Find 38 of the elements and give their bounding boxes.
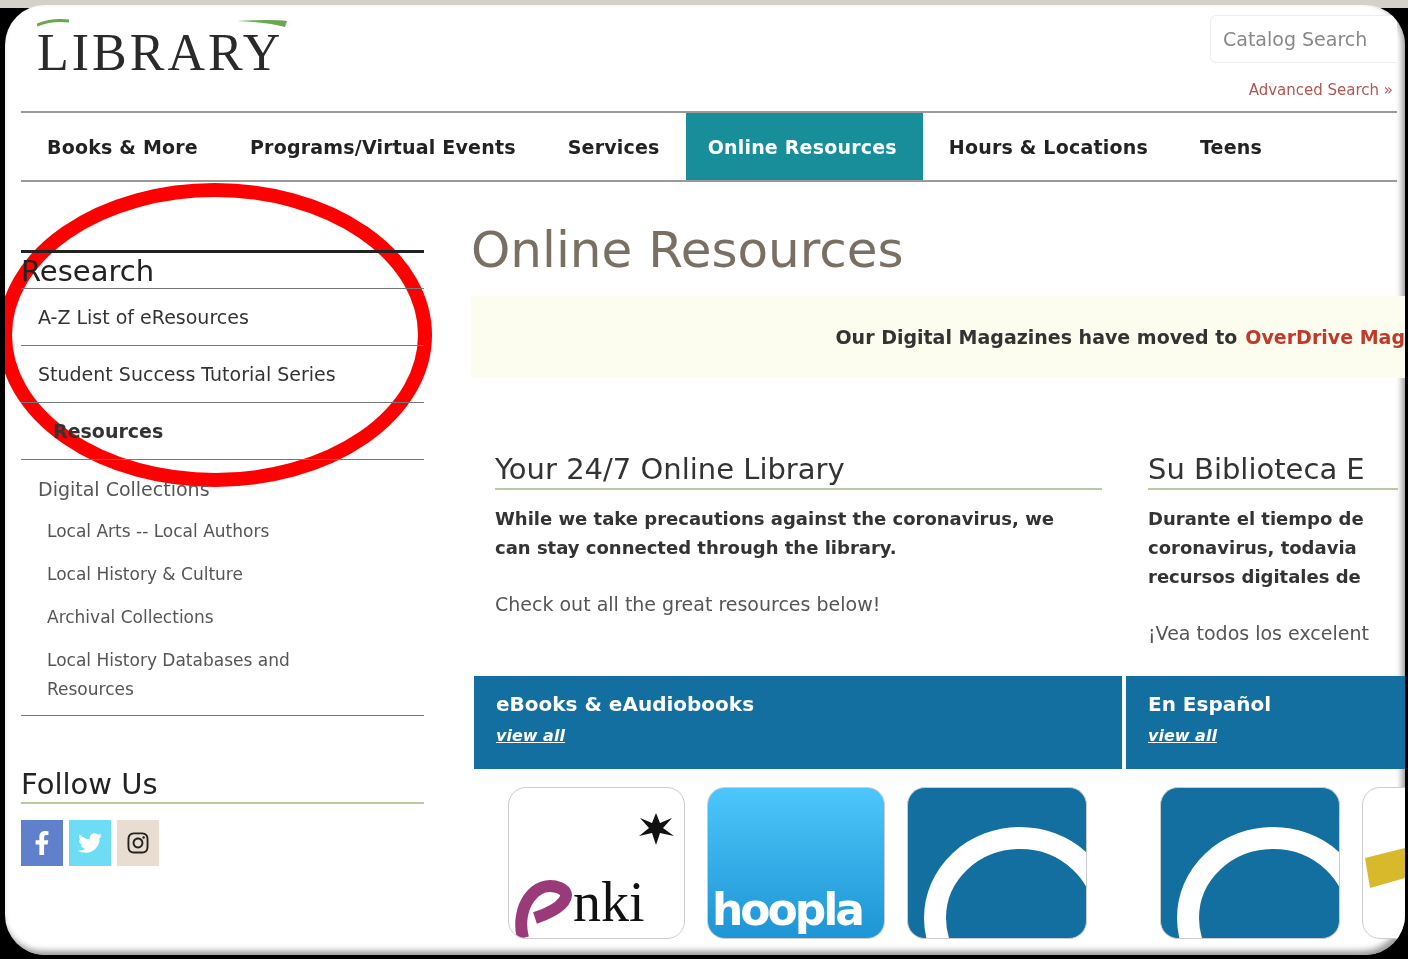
view-all-link[interactable]: view all: [496, 726, 565, 745]
search-field[interactable]: Catalog Search: [1210, 15, 1397, 63]
logo-text: nki: [573, 874, 645, 930]
app-logo-tile[interactable]: [1160, 787, 1340, 939]
sidebar-link[interactable]: A-Z List of eResources: [21, 289, 424, 346]
nav-tab[interactable]: Services: [541, 113, 686, 180]
section-title: eBooks & eAudiobooks: [496, 692, 756, 716]
social-link[interactable]: [117, 820, 159, 866]
page-title: Online Resources: [471, 220, 905, 280]
nav-tab[interactable]: Online Resources: [685, 113, 923, 180]
nav-tab[interactable]: Teens: [1173, 113, 1288, 180]
sidebar-sublink[interactable]: Archival Collections: [21, 596, 347, 639]
logo-text: hoopla: [712, 888, 863, 932]
sidebar-link[interactable]: Student Success Tutorial Series: [21, 346, 424, 403]
intro-text: Durante el tiempo de coronavirus, todavia recursos digitales de: [1148, 507, 1365, 589]
view-all-link[interactable]: view all: [1148, 726, 1217, 745]
notice-text: Our Digital Magazines have moved to: [835, 326, 1238, 348]
sidebar-sublink[interactable]: Local History & Culture: [21, 553, 347, 596]
camera-icon: [126, 831, 150, 855]
note-text: ¡Vea todos los excelent: [1148, 622, 1370, 644]
sidebar-link[interactable]: Digital Collections: [21, 460, 424, 510]
section-heading: Follow Us: [21, 766, 424, 804]
advanced-search-link[interactable]: Advanced Search »: [1248, 81, 1393, 99]
column-heading: Su Biblioteca E: [1148, 450, 1398, 490]
logo[interactable]: LIBRARY: [37, 27, 284, 79]
column-heading: Your 24/7 Online Library: [495, 450, 1102, 490]
sidebar-sublink[interactable]: Local Arts -- Local Authors: [21, 510, 347, 553]
notice-link[interactable]: OverDrive Mag: [1245, 326, 1405, 348]
note-text: Check out all the great resources below!: [495, 593, 882, 615]
app-logo-tile[interactable]: [907, 787, 1087, 939]
section-title: En Español: [1148, 692, 1273, 716]
nav-tab[interactable]: Hours & Locations: [922, 113, 1174, 180]
sidebar-sublink[interactable]: Local History Databases and Resources: [21, 639, 347, 711]
bird-icon: [78, 831, 102, 855]
nav-tab[interactable]: Books & More: [21, 113, 224, 180]
app-logo-tile[interactable]: nki: [508, 787, 685, 939]
intro-text: While we take precautions against the coronavirus, we can stay connected through the library.: [495, 507, 1055, 560]
nav-tab[interactable]: Programs/Virtual Events: [223, 113, 542, 180]
